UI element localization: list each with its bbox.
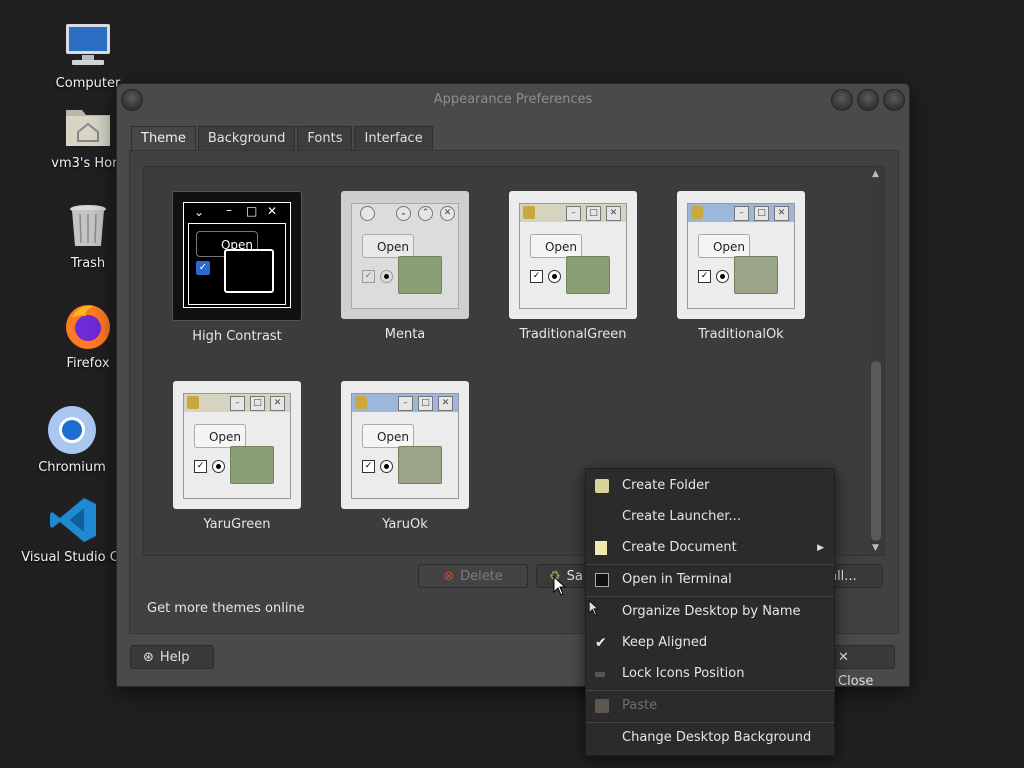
theme-name: TraditionalGreen xyxy=(519,327,627,342)
open-button-preview: Open xyxy=(362,424,414,448)
help-icon: ⊛ xyxy=(143,650,154,665)
theme-item-yaru-green[interactable]: – □ ✕ Open ✓ YaruGreen xyxy=(152,381,322,532)
delete-button[interactable]: ⊗ Delete xyxy=(418,564,528,588)
theme-item-yaru-ok[interactable]: – □ ✕ Open ✓ YaruOk xyxy=(320,381,490,532)
open-button-preview: Open xyxy=(530,234,582,258)
get-more-themes-link[interactable]: Get more themes online xyxy=(147,601,305,616)
theme-name: High Contrast xyxy=(192,329,282,344)
titlebar[interactable]: Appearance Preferences xyxy=(117,84,909,116)
checkmark-icon: ✔ xyxy=(595,635,607,651)
theme-item-traditional-green[interactable]: – □ ✕ Open ✓ TraditionalGreen xyxy=(488,191,658,342)
theme-preview: – □ ✕ Open ✓ xyxy=(341,381,469,509)
open-button-preview: Open xyxy=(194,424,246,448)
menu-item-create-document[interactable]: Create Document ▶ xyxy=(586,533,834,563)
maximize-button[interactable] xyxy=(857,89,879,111)
close-button[interactable]: ✕ Close xyxy=(825,645,895,689)
window-title: Appearance Preferences xyxy=(433,92,593,107)
terminal-icon xyxy=(595,573,609,587)
home-folder-icon xyxy=(62,100,114,152)
theme-item-high-contrast[interactable]: ⌄ – □ ✕ Open ✓ High Contrast xyxy=(152,191,322,344)
desktop-icon-chromium[interactable]: Chromium xyxy=(17,404,127,475)
menu-item-organize-desktop[interactable]: Organize Desktop by Name xyxy=(586,597,834,627)
desktop-icon-computer[interactable]: Computer xyxy=(33,20,143,91)
theme-grid-scrollbar[interactable]: ▲ ▼ xyxy=(870,167,882,555)
tab-background[interactable]: Background xyxy=(197,126,296,150)
theme-preview: – □ ✕ Open ✓ xyxy=(173,381,301,509)
minimize-button[interactable] xyxy=(831,89,853,111)
close-icon: ✕ xyxy=(838,650,849,665)
tab-bar: Theme Background Fonts Interface xyxy=(131,126,433,150)
desktop-icon-vscode[interactable]: Visual Studio Co xyxy=(19,494,129,565)
menu-item-keep-aligned[interactable]: ✔ Keep Aligned xyxy=(586,628,834,658)
firefox-icon xyxy=(62,300,114,352)
delete-icon: ⊗ xyxy=(443,569,455,584)
scroll-up-icon[interactable]: ▲ xyxy=(872,169,879,179)
menu-item-change-background[interactable]: Change Desktop Background xyxy=(586,723,834,753)
tab-fonts[interactable]: Fonts xyxy=(297,126,353,150)
scrollbar-thumb[interactable] xyxy=(871,361,881,541)
menu-item-label: Keep Aligned xyxy=(622,635,708,650)
trash-icon xyxy=(62,200,114,252)
desktop-context-menu: Create Folder Create Launcher... Create … xyxy=(585,468,835,756)
theme-preview: – □ ✕ Open ✓ xyxy=(509,191,637,319)
scroll-down-icon[interactable]: ▼ xyxy=(872,543,879,553)
theme-name: YaruOk xyxy=(382,517,428,532)
menu-item-label: Create Folder xyxy=(622,478,710,493)
theme-name: YaruGreen xyxy=(203,517,271,532)
theme-preview: ⌄ ⌃ ✕ Open ✓ xyxy=(341,191,469,319)
new-folder-icon xyxy=(595,479,609,493)
desktop-icon-label: Visual Studio Co xyxy=(21,550,127,565)
lock-icon xyxy=(595,672,605,677)
chromium-icon xyxy=(46,404,98,456)
menu-item-label: Change Desktop Background xyxy=(622,730,812,745)
theme-name: Menta xyxy=(384,327,426,342)
tab-interface[interactable]: Interface xyxy=(354,126,433,150)
theme-preview: – □ ✕ Open ✓ xyxy=(677,191,805,319)
help-label: Help xyxy=(159,650,190,665)
help-button[interactable]: ⊛ Help xyxy=(130,645,214,669)
submenu-arrow-icon: ▶ xyxy=(817,543,824,553)
menu-item-label: Paste xyxy=(622,698,658,713)
theme-preview: ⌄ – □ ✕ Open ✓ xyxy=(172,191,302,321)
menu-item-label: Open in Terminal xyxy=(622,572,732,587)
close-window-button[interactable] xyxy=(883,89,905,111)
menu-item-label: Create Document xyxy=(622,540,737,555)
open-button-preview: Open xyxy=(698,234,750,258)
menu-item-label: Create Launcher... xyxy=(622,509,741,524)
menu-item-paste[interactable]: Paste xyxy=(586,691,834,721)
mouse-pointer-shadow-icon xyxy=(588,600,600,616)
menu-item-open-terminal[interactable]: Open in Terminal xyxy=(586,565,834,595)
mouse-pointer-icon xyxy=(553,576,567,596)
menu-item-label: Lock Icons Position xyxy=(622,666,745,681)
open-button-preview: Open xyxy=(362,234,414,258)
menu-item-label: Organize Desktop by Name xyxy=(622,604,801,619)
menu-item-lock-icons[interactable]: Lock Icons Position xyxy=(586,659,834,689)
menu-item-create-launcher[interactable]: Create Launcher... xyxy=(586,502,834,532)
paste-icon xyxy=(595,699,609,713)
close-label: Close xyxy=(838,674,874,689)
new-document-icon xyxy=(595,541,607,555)
computer-icon xyxy=(62,20,114,72)
save-label: Sa xyxy=(566,569,583,584)
tab-theme[interactable]: Theme xyxy=(131,126,196,150)
theme-item-traditional-ok[interactable]: – □ ✕ Open ✓ TraditionalOk xyxy=(656,191,826,342)
vscode-icon xyxy=(48,494,100,546)
desktop-icon-label: Chromium xyxy=(38,460,106,475)
menu-item-create-folder[interactable]: Create Folder xyxy=(586,471,834,501)
delete-label: Delete xyxy=(460,569,503,584)
theme-item-menta[interactable]: ⌄ ⌃ ✕ Open ✓ Menta xyxy=(320,191,490,342)
theme-name: TraditionalOk xyxy=(698,327,784,342)
